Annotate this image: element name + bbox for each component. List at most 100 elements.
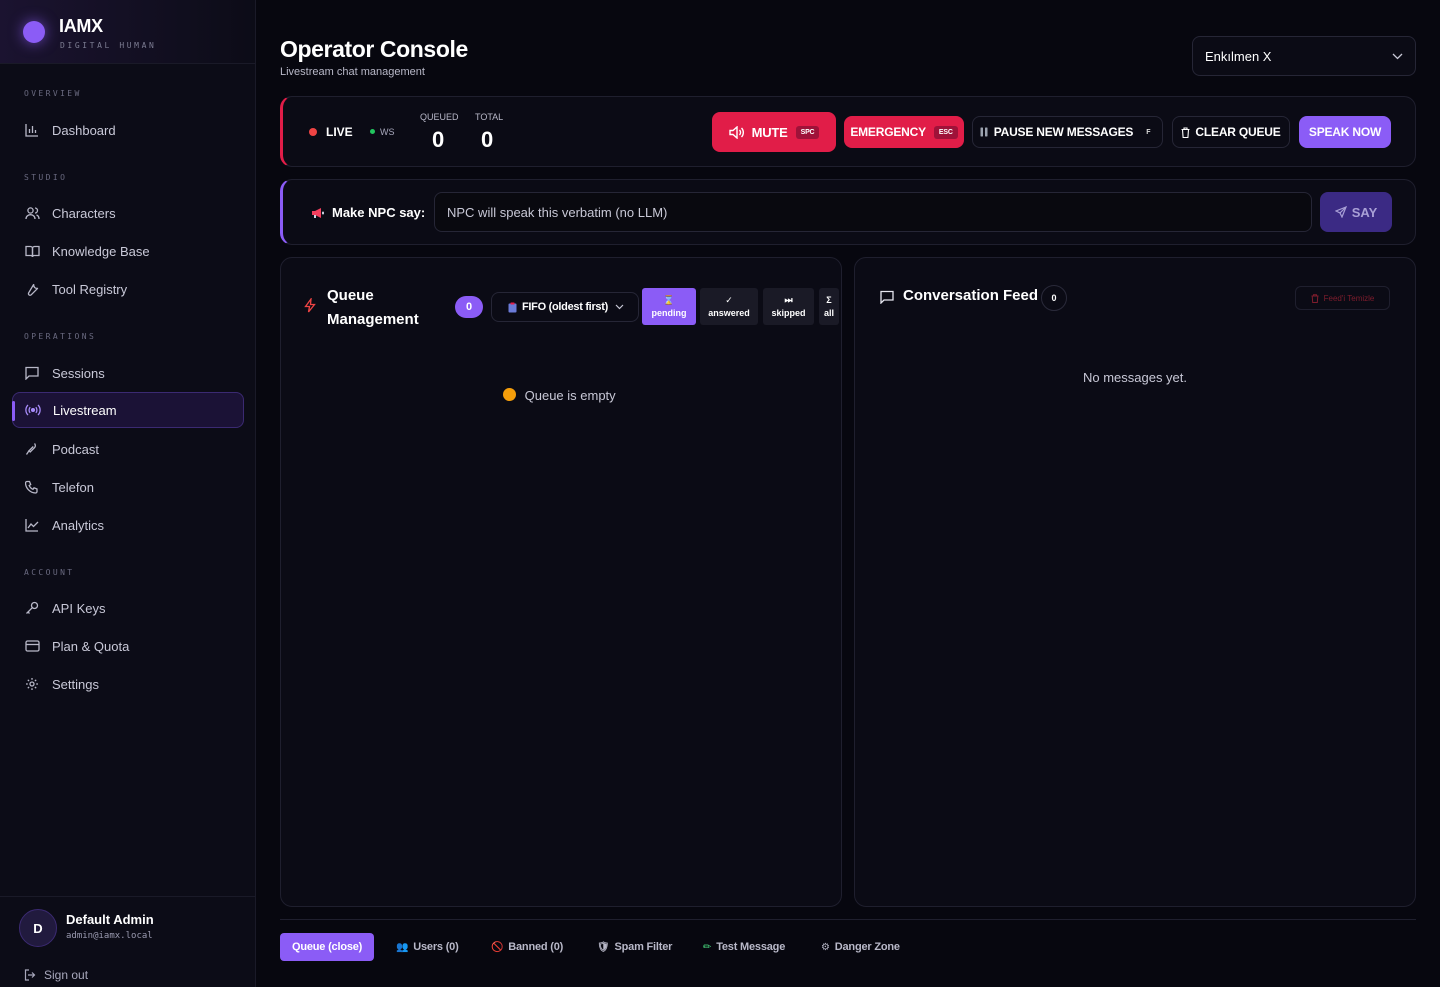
sidebar-item-api-keys[interactable]: API Keys — [12, 590, 244, 626]
say-button[interactable]: SAY — [1320, 192, 1392, 232]
page-subtitle: Livestream chat management — [280, 66, 425, 78]
pause-new-messages-button[interactable]: PAUSE NEW MESSAGES F — [972, 116, 1163, 148]
gear-icon: ⚙ — [821, 941, 830, 953]
sleeping-face-icon — [503, 388, 516, 401]
sidebar-item-label: Tool Registry — [52, 281, 128, 297]
sidebar-item-label: Plan & Quota — [52, 638, 130, 654]
mute-label: MUTE — [751, 124, 788, 140]
clear-feed-label: Feed'i Temizle — [1323, 293, 1375, 303]
npc-say-input[interactable] — [434, 192, 1312, 232]
queue-sort-value: FIFO (oldest first) — [522, 301, 608, 313]
clear-queue-label: CLEAR QUEUE — [1195, 125, 1281, 139]
emergency-button[interactable]: EMERGENCY ESC — [844, 116, 964, 148]
avatar[interactable]: D — [19, 909, 57, 947]
hourglass-icon: ⌛ — [663, 295, 675, 305]
sidebar-item-label: Sessions — [52, 365, 105, 381]
nav-section-operations: OPERATIONS — [24, 332, 97, 341]
queue-count-badge: 0 — [455, 296, 483, 318]
queue-tab-answered[interactable]: ✓ answered — [700, 288, 758, 325]
npc-say-bar: Make NPC say: SAY — [280, 179, 1416, 245]
sidebar-item-label: Telefon — [52, 479, 94, 495]
sign-out-button[interactable]: Sign out — [24, 968, 88, 982]
tab-label: Users (0) — [413, 941, 459, 953]
sidebar-item-label: Characters — [52, 205, 116, 221]
brand-title: IAMX — [59, 16, 103, 36]
key-icon — [24, 600, 40, 616]
lightning-icon — [304, 298, 316, 313]
tab-label: Spam Filter — [614, 941, 673, 953]
chat-icon — [24, 365, 40, 381]
total-value: 0 — [481, 127, 494, 152]
queue-tab-all[interactable]: Σ all — [819, 288, 839, 325]
pause-icon — [980, 127, 988, 137]
live-indicator-dot — [309, 128, 317, 136]
pause-label: PAUSE NEW MESSAGES — [993, 125, 1134, 139]
sidebar-item-label: Podcast — [52, 441, 99, 457]
brand: IAMX DIGITAL HUMAN — [0, 0, 255, 64]
chat-icon — [880, 290, 894, 304]
queue-tab-pending[interactable]: ⌛ pending — [642, 288, 696, 325]
sidebar-item-characters[interactable]: Characters — [12, 195, 244, 231]
queued-value: 0 — [432, 127, 445, 152]
speaker-icon — [728, 125, 744, 139]
tab-users[interactable]: 👥 Users (0) — [396, 933, 459, 961]
tab-queue[interactable]: Queue (close) — [280, 933, 375, 961]
sigma-icon: Σ — [826, 295, 832, 305]
sidebar-item-telefon[interactable]: Telefon — [12, 469, 244, 505]
queue-tab-label: all — [823, 308, 834, 318]
check-icon: ✓ — [725, 295, 733, 305]
feed-empty-state: No messages yet. — [1082, 370, 1188, 385]
tab-spam-filter[interactable]: 🛡 Spam Filter — [597, 933, 672, 961]
queued-label: QUEUED — [420, 112, 459, 122]
sidebar-item-label: Analytics — [52, 517, 105, 533]
nav-section-account: ACCOUNT — [24, 568, 75, 577]
tab-banned[interactable]: 🚫 Banned (0) — [491, 933, 563, 961]
bar-chart-icon — [24, 122, 40, 138]
emergency-shortcut: ESC — [933, 125, 958, 139]
tab-label: Queue (close) — [292, 941, 363, 953]
sidebar-item-podcast[interactable]: Podcast — [12, 431, 244, 467]
control-bar: LIVE WS QUEUED 0 TOTAL 0 MUTE SPC EMERGE… — [280, 96, 1416, 167]
sidebar-item-label: Livestream — [53, 402, 117, 418]
character-select[interactable]: Enkılmen X — [1192, 36, 1416, 76]
megaphone-icon — [311, 207, 325, 219]
chevron-down-icon — [1392, 53, 1403, 60]
speak-now-button[interactable]: SPEAK NOW — [1299, 116, 1391, 148]
pause-shortcut: F — [1146, 128, 1151, 136]
clear-queue-button[interactable]: CLEAR QUEUE — [1172, 116, 1290, 148]
npc-say-label: Make NPC say: — [332, 205, 426, 220]
tab-label: Danger Zone — [834, 941, 900, 953]
queue-title: Queue Management — [327, 287, 419, 328]
bottom-tabs: Queue (close) 👥 Users (0) 🚫 Banned (0) 🛡… — [280, 919, 1416, 987]
tab-label: Test Message — [716, 941, 786, 953]
sidebar-item-plan-quota[interactable]: Plan & Quota — [12, 628, 244, 664]
nav-section-studio: STUDIO — [24, 173, 68, 182]
mute-button[interactable]: MUTE SPC — [712, 112, 836, 152]
queue-tab-label: pending — [651, 308, 687, 318]
sidebar-item-dashboard[interactable]: Dashboard — [12, 112, 244, 148]
nav-section-overview: OVERVIEW — [24, 89, 82, 98]
queue-sort-select[interactable]: FIFO (oldest first) — [491, 292, 639, 322]
sidebar-item-livestream[interactable]: Livestream — [12, 392, 244, 428]
queue-tab-label: answered — [708, 308, 750, 318]
sidebar-item-analytics[interactable]: Analytics — [12, 507, 244, 543]
sidebar-item-tool-registry[interactable]: Tool Registry — [12, 271, 244, 307]
ws-status: WS — [380, 127, 395, 137]
sidebar-item-settings[interactable]: Settings — [12, 666, 244, 702]
emergency-label: EMERGENCY — [850, 125, 926, 139]
skip-icon: ⏭ — [784, 295, 793, 305]
brand-subtitle: DIGITAL HUMAN — [60, 41, 157, 50]
tab-test-message[interactable]: ✏ Test Message — [703, 933, 785, 961]
sidebar-item-sessions[interactable]: Sessions — [12, 355, 244, 391]
sidebar-item-knowledge-base[interactable]: Knowledge Base — [12, 233, 244, 269]
clipboard-icon — [508, 302, 517, 313]
chevron-down-icon — [615, 304, 624, 310]
shield-icon: 🛡 — [597, 941, 610, 953]
credit-card-icon — [24, 638, 40, 654]
user-name: Default Admin — [66, 912, 154, 927]
clear-feed-button[interactable]: Feed'i Temizle — [1295, 286, 1390, 310]
tab-label: Banned (0) — [508, 941, 564, 953]
tab-danger-zone[interactable]: ⚙ Danger Zone — [821, 933, 900, 961]
queue-tab-skipped[interactable]: ⏭ skipped — [763, 288, 814, 325]
user-email: admin@iamx.local — [66, 931, 153, 941]
